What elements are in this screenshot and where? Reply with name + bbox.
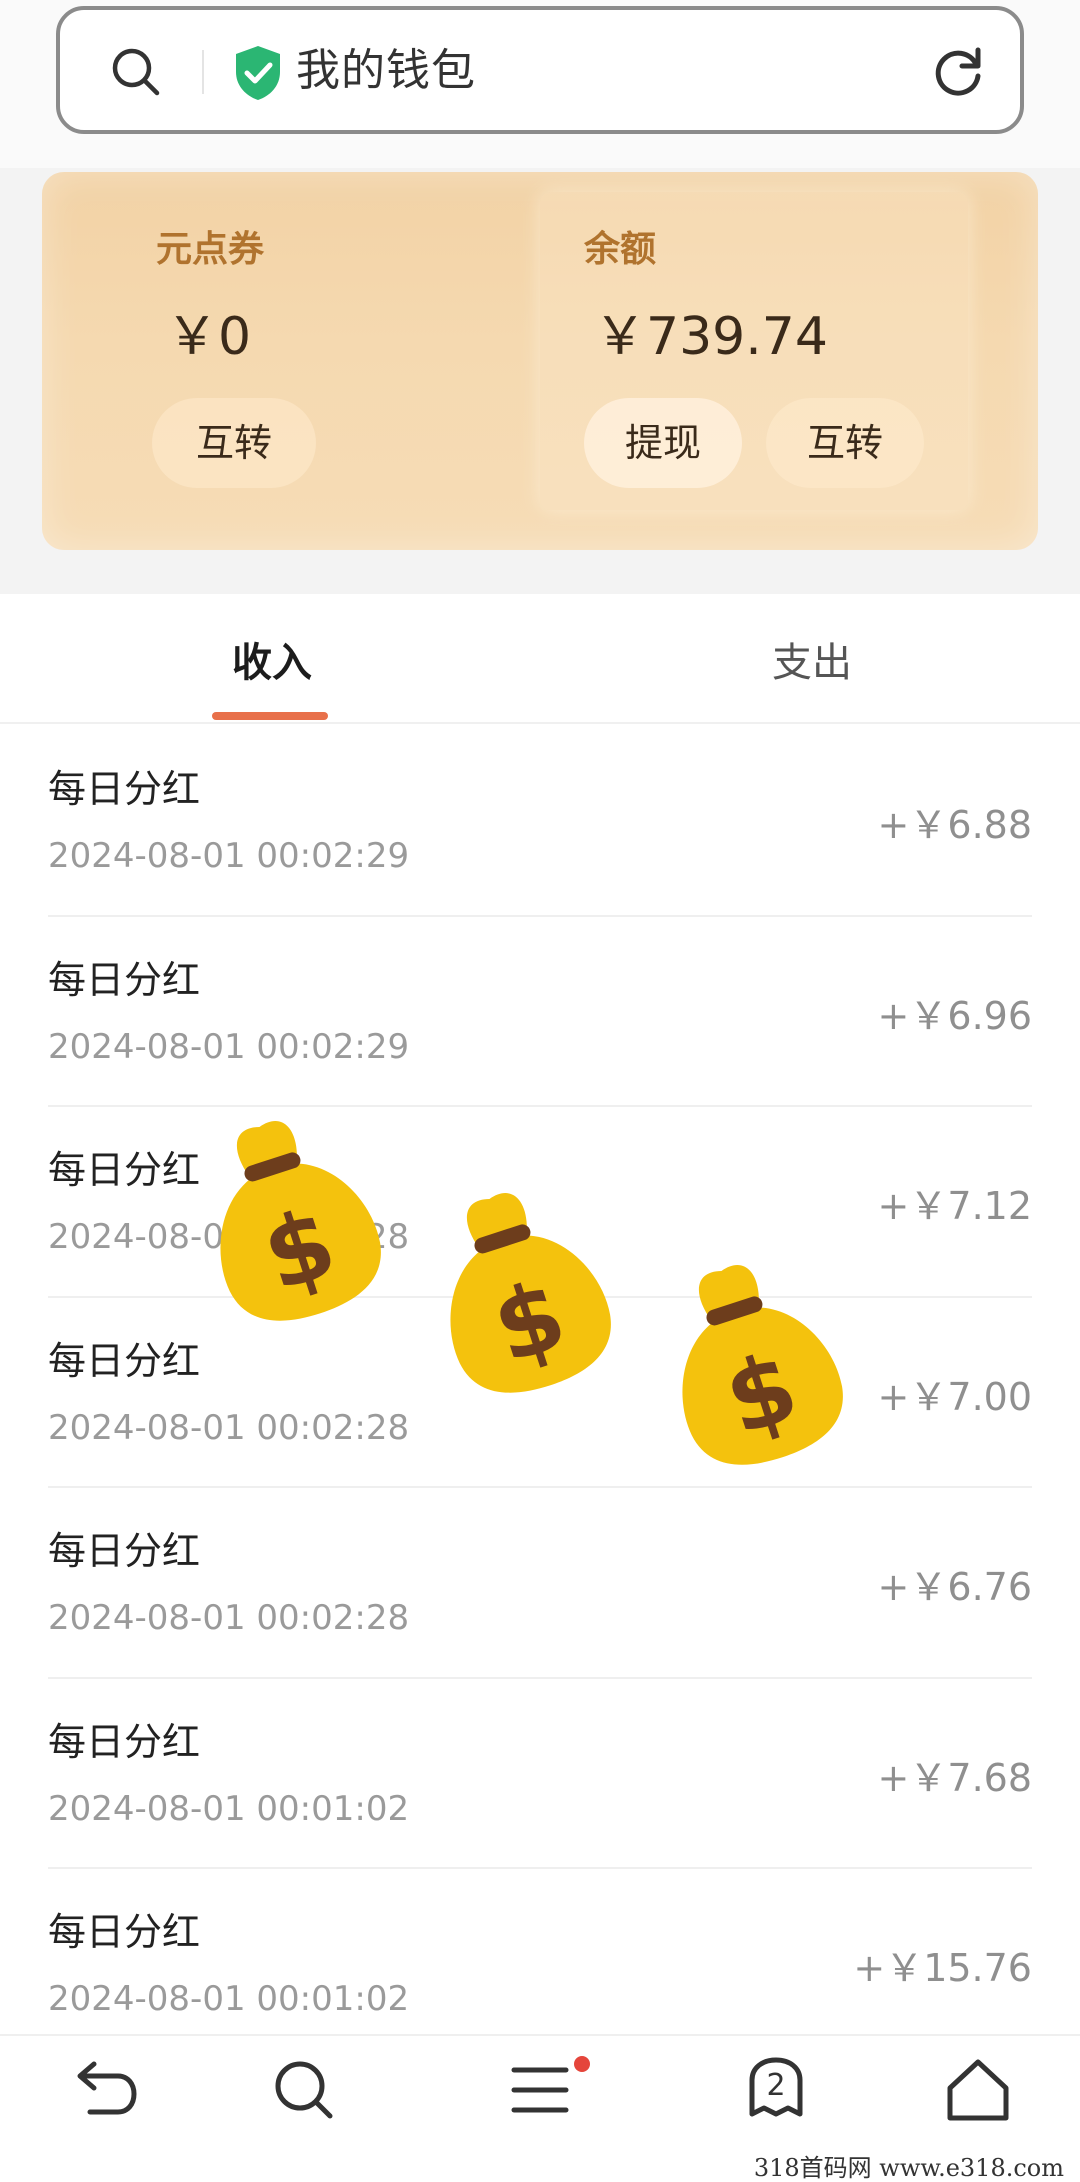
notification-dot: [574, 2056, 590, 2072]
home-icon[interactable]: [940, 2052, 1016, 2128]
coupon-transfer-button[interactable]: 互转: [152, 398, 316, 488]
transaction-time: 2024-08-01 00:01:02: [48, 1979, 410, 2019]
coupon-label: 元点券: [156, 229, 265, 270]
transaction-time: 2024-08-01 00:02:28: [48, 1407, 410, 1448]
address-bar[interactable]: 我的钱包: [56, 6, 1024, 134]
browser-top-bar: 我的钱包: [0, 0, 1080, 168]
tabs-button[interactable]: 2: [738, 2052, 814, 2128]
back-icon[interactable]: [64, 2052, 140, 2128]
list-item[interactable]: 每日分红 2024-08-01 00:01:02 +￥7.68: [0, 1679, 1080, 1869]
transaction-time: 2024-08-01 00:01:02: [48, 1788, 410, 1829]
browser-bottom-nav: 2: [0, 2034, 1080, 2146]
transaction-amount: +￥6.76: [877, 1565, 1032, 1609]
list-item[interactable]: 每日分红 2024-08-01 00:02:29 +￥6.96: [0, 917, 1080, 1107]
coupon-amount: ￥0: [166, 307, 252, 367]
tabs-count: 2: [766, 2068, 786, 2103]
transaction-name: 每日分红: [48, 957, 201, 1002]
transaction-time: 2024-08-01 00:02:28: [48, 1598, 410, 1638]
transaction-name: 每日分红: [48, 1529, 201, 1573]
active-tab-indicator: [212, 712, 328, 720]
list-item[interactable]: 每日分红 2024-08-01 00:02:29 +￥6.88: [0, 726, 1080, 917]
page-title: 我的钱包: [296, 45, 476, 96]
transaction-name: 每日分红: [48, 1910, 201, 1954]
transaction-amount: +￥15.76: [853, 1946, 1032, 1990]
balance-amount: ￥739.74: [594, 307, 828, 367]
transaction-amount: +￥6.96: [877, 993, 1032, 1038]
wallet-card: 元点券 ￥0 互转 余额 ￥739.74 提现 互转: [42, 172, 1038, 550]
refresh-icon[interactable]: [928, 42, 988, 102]
transaction-amount: +￥7.12: [877, 1184, 1032, 1228]
money-bag-icon: $: [682, 1265, 843, 1465]
list-item[interactable]: 每日分红 2024-08-01 00:02:28 +￥6.76: [0, 1488, 1080, 1679]
watermark-text: 318首码网 www.e318.com: [753, 2154, 1064, 2182]
withdraw-button[interactable]: 提现: [584, 398, 742, 488]
transaction-amount: +￥7.68: [877, 1755, 1032, 1800]
tab-income[interactable]: 收入: [232, 630, 312, 688]
tab-expense[interactable]: 支出: [772, 630, 852, 688]
income-expense-tabs: 收入 支出: [0, 594, 1080, 724]
transaction-amount: +￥6.88: [877, 803, 1032, 847]
address-separator: [202, 50, 204, 94]
balance-label: 余额: [584, 229, 657, 270]
wallet-page: 我的钱包 元点券 ￥0 互转 余额 ￥739.74 提现 互转 收入 支出 每日…: [0, 0, 1080, 2182]
watermark: 318首码网 www.e318.com: [0, 2146, 1080, 2182]
transaction-time: 2024-08-01 00:02:29: [48, 836, 410, 876]
balance-transfer-button[interactable]: 互转: [766, 398, 924, 488]
menu-icon[interactable]: [502, 2052, 578, 2128]
search-icon[interactable]: [266, 2052, 342, 2128]
shield-check-icon: [236, 46, 280, 100]
transaction-name: 每日分红: [48, 1338, 201, 1383]
transaction-name: 每日分红: [48, 1719, 201, 1764]
money-bag-icon: $: [450, 1193, 611, 1393]
transaction-amount: +￥7.00: [877, 1374, 1032, 1419]
list-item[interactable]: 每日分红 2024-08-01 00:01:02 +￥15.76: [0, 1869, 1080, 2060]
search-icon[interactable]: [108, 44, 164, 100]
transaction-name: 每日分红: [48, 767, 201, 811]
transaction-name: 每日分红: [48, 1148, 201, 1192]
transaction-time: 2024-08-01 00:02:29: [48, 1026, 410, 1067]
money-bag-icon: $: [220, 1121, 381, 1321]
wallet-card-area: 元点券 ￥0 互转 余额 ￥739.74 提现 互转: [0, 168, 1080, 594]
